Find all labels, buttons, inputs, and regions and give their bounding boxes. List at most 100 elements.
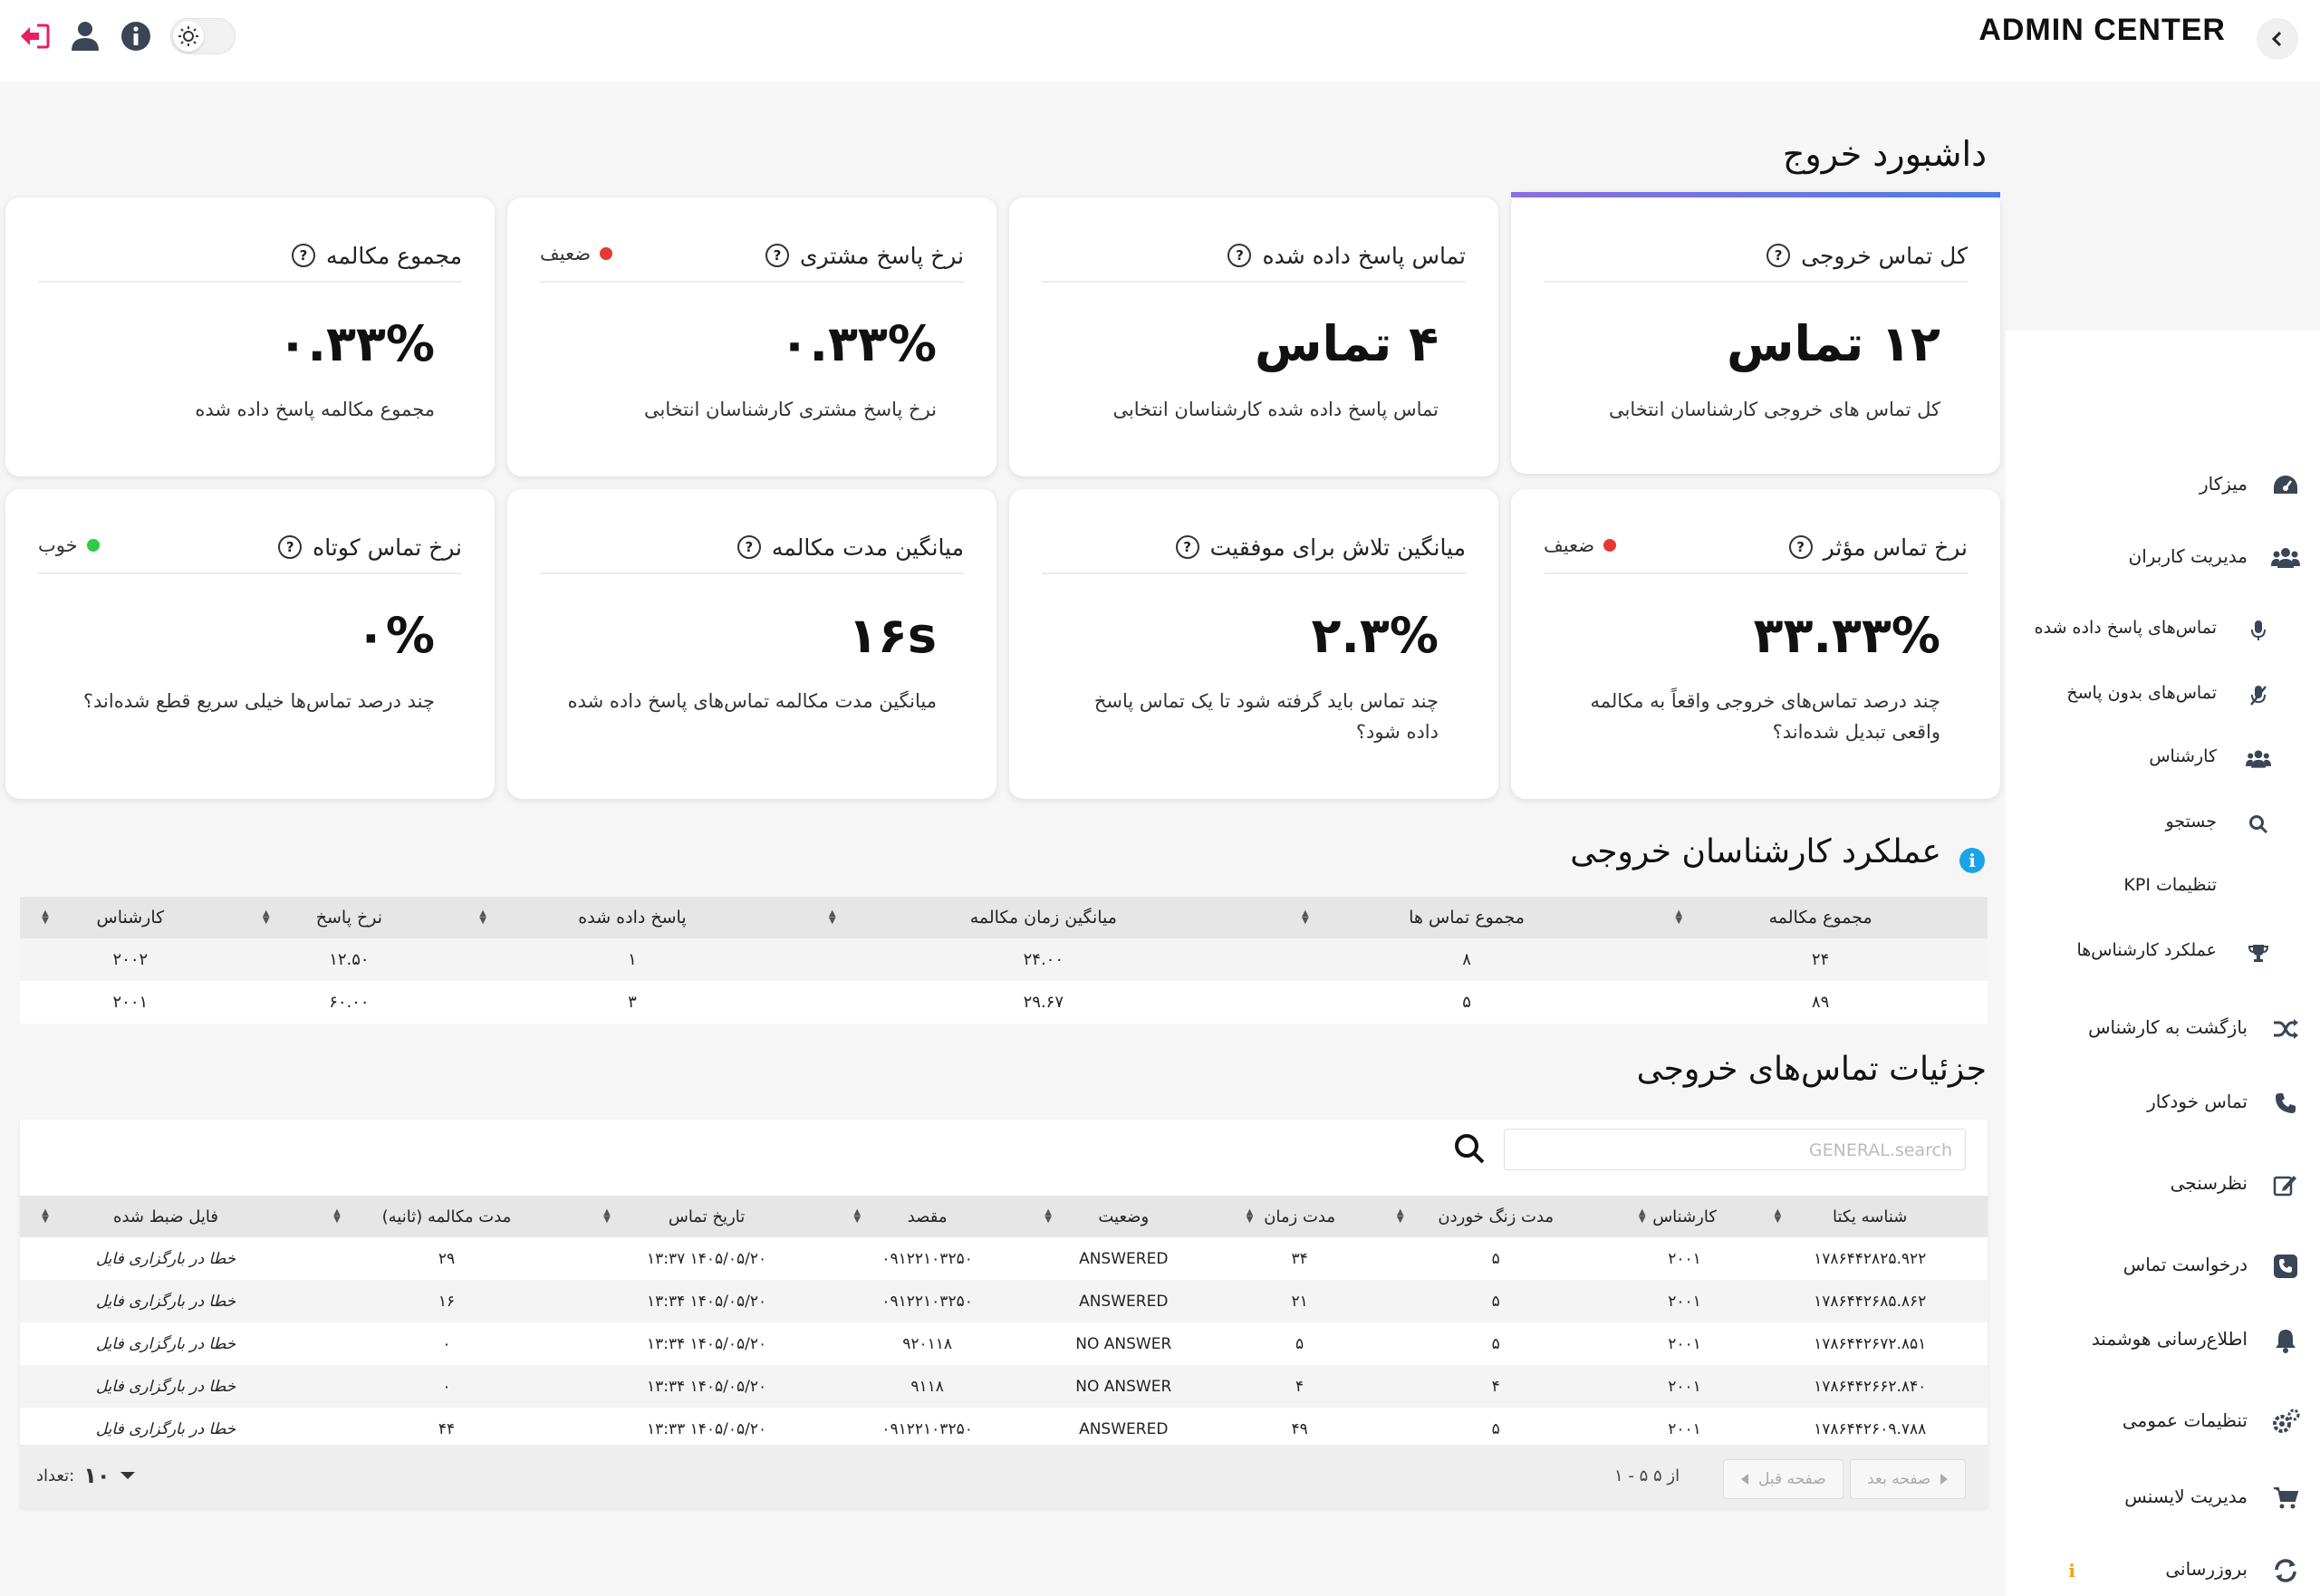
sidebar-item[interactable]: تماس خودکار (2006, 1087, 2320, 1120)
card-title: نرخ پاسخ مشتری (799, 242, 964, 269)
column-header[interactable]: میانگین زمان مکالمه ▲ ▼ (806, 897, 1280, 938)
pagination-bar: صفحه بعد صفحه قبل از ۵ ۵ - ۱ تعداد: ۱۰ (20, 1445, 1988, 1509)
sort-icon[interactable]: ▲ ▼ (41, 909, 50, 926)
sort-icon[interactable]: ▲ ▼ (478, 909, 487, 926)
theme-toggle[interactable] (170, 18, 236, 54)
sidebar-item[interactable]: تنظیمات عمومی (2006, 1406, 2320, 1438)
logout-icon[interactable] (18, 20, 51, 53)
column-header[interactable]: مدت مکالمه (ثانیه) ▲ ▼ (312, 1196, 582, 1237)
table-cell: ۱ (457, 938, 807, 981)
kpi-card[interactable]: مجموع مکالمه ? ۰.۳۳% مجموع مکالمه پاسخ د… (5, 197, 495, 476)
next-page-button[interactable]: صفحه بعد (1850, 1459, 1967, 1499)
column-header-label: مدت زنگ خوردن (1438, 1207, 1555, 1226)
column-header-label: نرخ پاسخ (315, 908, 383, 928)
page-size-selector[interactable]: تعداد: ۱۰ (36, 1463, 136, 1488)
pagination-range: از ۵ ۵ - ۱ (1614, 1466, 1680, 1485)
sidebar-item[interactable]: تماس‌های پاسخ داده شده (2006, 614, 2320, 647)
column-header[interactable]: فایل ضبط شده ▲ ▼ (20, 1196, 312, 1237)
recording-file-link[interactable]: خطا در بارگزاری فایل (20, 1237, 312, 1280)
card-value: ۰.۳۳% (277, 315, 436, 372)
prev-page-button[interactable]: صفحه قبل (1723, 1459, 1843, 1499)
sidebar-item[interactable]: مدیریت لایسنس (2006, 1482, 2320, 1514)
info-icon[interactable] (120, 20, 152, 53)
table-row: ۱۷۸۶۴۴۲۶۸۵.۸۶۲ ۲۰۰۱ ۵ ۲۱ ANSWERED ۰۹۱۲۲۱۰۳۲۵۰… (20, 1280, 1988, 1322)
kpi-card[interactable]: کل تماس خروجی ? ۱۲ تماس کل تماس های خروج… (1511, 192, 2000, 474)
sidebar-item-label: تماس‌های بدون پاسخ (2066, 683, 2217, 703)
user-icon[interactable] (69, 20, 101, 53)
sort-icon[interactable]: ▲ ▼ (1245, 1208, 1254, 1225)
table-cell: ۸۹ (1811, 993, 1830, 1012)
column-header[interactable]: مدت زمان ▲ ▼ (1224, 1196, 1375, 1237)
column-header[interactable]: مدت زنگ خوردن ▲ ▼ (1374, 1196, 1617, 1237)
column-header[interactable]: مجموع تماس ها ▲ ▼ (1279, 897, 1654, 938)
column-header[interactable]: تاریخ تماس ▲ ▼ (581, 1196, 833, 1237)
column-header[interactable]: شناسه یکتا ▲ ▼ (1752, 1196, 1988, 1237)
sidebar-item[interactable]: مدیریت کاربران (2006, 542, 2320, 574)
sidebar-item[interactable]: نظرسنجی (2006, 1168, 2320, 1201)
sidebar-item[interactable]: عملکرد کارشناس‌ها (2006, 937, 2320, 969)
help-icon[interactable]: ? (1175, 535, 1199, 559)
sort-icon[interactable]: ▲ ▼ (852, 1208, 862, 1225)
search-icon (2246, 808, 2271, 841)
recording-file-link[interactable]: خطا در بارگزاری فایل (20, 1322, 312, 1365)
sidebar-item[interactable]: میزکار (2006, 469, 2320, 502)
cart-icon (2269, 1482, 2302, 1514)
card-header: نرخ تماس مؤثر ? ضعیف (1544, 522, 1968, 574)
sort-icon[interactable]: ▲ ▼ (828, 909, 837, 926)
sort-icon[interactable]: ▲ ▼ (41, 1208, 50, 1225)
sidebar-item[interactable]: تماس‌های بدون پاسخ (2006, 679, 2320, 712)
kpi-card[interactable]: میانگین مدت مکالمه ? ۱۶s میانگین مدت مکا… (507, 489, 996, 799)
sort-icon[interactable]: ▲ ▼ (332, 1208, 342, 1225)
sidebar-item[interactable]: درخواست تماس (2006, 1250, 2320, 1283)
search-input[interactable]: GENERAL.search (1504, 1129, 1966, 1170)
sidebar-collapse-button[interactable] (2257, 18, 2298, 60)
status-badge-label: ضعیف (1544, 534, 1595, 556)
sort-icon[interactable]: ▲ ▼ (262, 909, 271, 926)
kpi-card[interactable]: نرخ پاسخ مشتری ? ضعیف ۰.۳۳% نرخ پاسخ مشت… (507, 197, 996, 476)
kpi-card[interactable]: نرخ تماس کوتاه ? خوب ۰% چند درصد تماس‌ها… (5, 489, 495, 799)
help-icon[interactable]: ? (765, 244, 789, 267)
column-header[interactable]: مجموع مکالمه ▲ ▼ (1653, 897, 1988, 938)
status-badge-label: ضعیف (540, 243, 592, 264)
column-header-label: مجموع مکالمه (1768, 908, 1872, 928)
card-title: تماس پاسخ داده شده (1262, 242, 1466, 269)
sidebar-item-label: تنظیمات KPI (2123, 875, 2217, 895)
recording-file-link[interactable]: خطا در بارگزاری فایل (20, 1280, 312, 1322)
column-header[interactable]: کارشناس ▲ ▼ (1616, 1196, 1753, 1237)
column-header[interactable]: مقصد ▲ ▼ (832, 1196, 1024, 1237)
help-icon[interactable]: ? (1788, 535, 1813, 559)
sidebar-item[interactable]: اطلاع‌رسانی هوشمند (2006, 1324, 2320, 1357)
card-description: مجموع مکالمه پاسخ داده شده (195, 399, 435, 420)
sort-icon[interactable]: ▲ ▼ (1301, 909, 1310, 926)
table-cell: ۲۰۰۱ (112, 993, 149, 1012)
kpi-card[interactable]: نرخ تماس مؤثر ? ضعیف ۳۳.۳۳% چند درصد تما… (1511, 489, 2000, 799)
kpi-card[interactable]: تماس پاسخ داده شده ? ۴ تماس تماس پاسخ دا… (1009, 197, 1498, 476)
recording-file-link[interactable]: خطا در بارگزاری فایل (20, 1408, 312, 1450)
sort-icon[interactable]: ▲ ▼ (1638, 1208, 1647, 1225)
sidebar-item[interactable]: بازگشت به کارشناس (2006, 1013, 2320, 1045)
sort-icon[interactable]: ▲ ▼ (1044, 1208, 1053, 1225)
info-icon[interactable]: i (1959, 848, 1985, 873)
search-icon[interactable] (1453, 1132, 1489, 1168)
sort-icon[interactable]: ▲ ▼ (1773, 1208, 1782, 1225)
table-row: ۱۷۸۶۴۴۲۸۲۵.۹۲۲ ۲۰۰۱ ۵ ۳۴ ANSWERED ۰۹۱۲۲۱۰۳۲۵۰… (20, 1237, 1988, 1280)
help-icon[interactable]: ? (291, 244, 315, 267)
column-header[interactable]: پاسخ داده شده ▲ ▼ (457, 897, 807, 938)
column-header[interactable]: نرخ پاسخ ▲ ▼ (240, 897, 458, 938)
column-header[interactable]: وضعیت ▲ ▼ (1023, 1196, 1225, 1237)
sidebar-item[interactable]: جستجو (2006, 808, 2320, 841)
help-icon[interactable]: ? (278, 535, 303, 559)
kpi-card[interactable]: میانگین تلاش برای موفقیت ? ۲.۳% چند تماس… (1009, 489, 1498, 799)
help-icon[interactable]: ? (1766, 244, 1791, 267)
sort-icon[interactable]: ▲ ▼ (1674, 909, 1683, 926)
sidebar-item[interactable]: تنظیمات KPI (2006, 871, 2320, 904)
column-header[interactable]: کارشناس ▲ ▼ (20, 897, 241, 938)
sidebar-item[interactable]: بروزرسانی (2006, 1554, 2320, 1587)
table-cell: ANSWERED (1023, 1280, 1225, 1322)
help-icon[interactable]: ? (736, 535, 761, 559)
sort-icon[interactable]: ▲ ▼ (602, 1208, 611, 1225)
sort-icon[interactable]: ▲ ▼ (1396, 1208, 1405, 1225)
sidebar-item[interactable]: کارشناس (2006, 743, 2320, 775)
recording-file-link[interactable]: خطا در بارگزاری فایل (20, 1365, 312, 1408)
help-icon[interactable]: ? (1227, 244, 1252, 267)
